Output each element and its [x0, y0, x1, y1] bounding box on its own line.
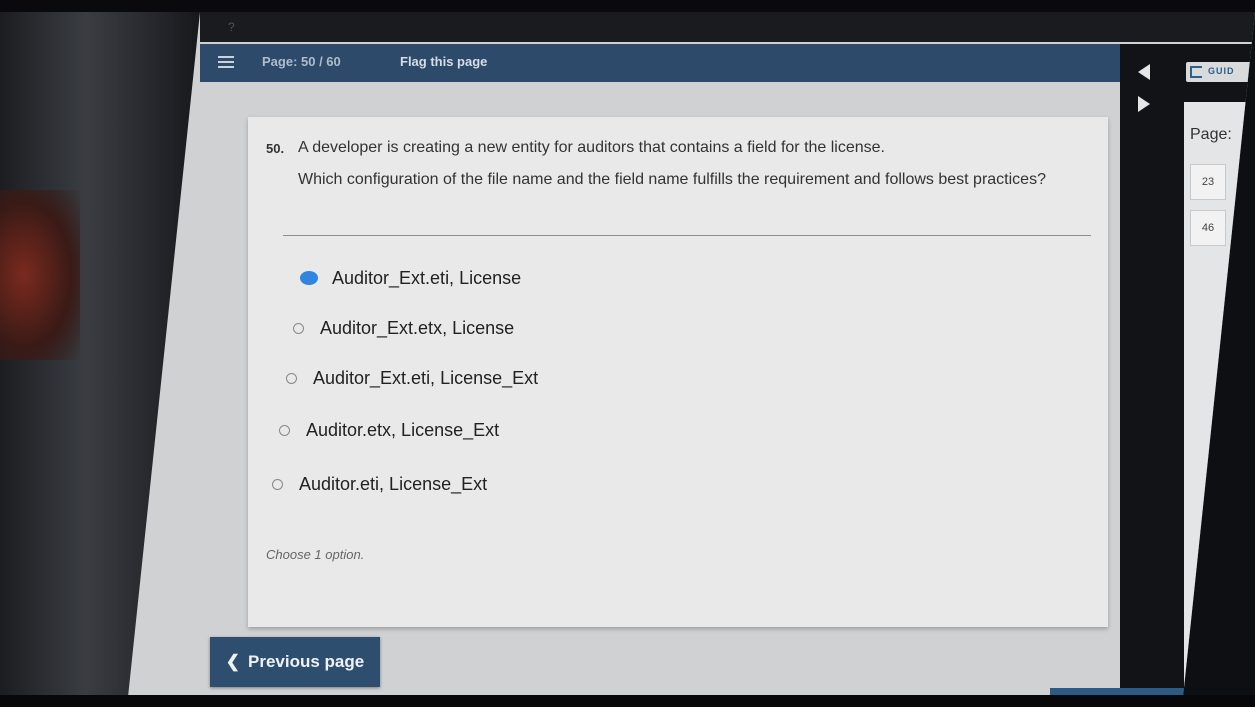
monitor-bottom-bezel — [0, 695, 1255, 707]
answer-option[interactable]: Auditor.etx, License_Ext — [279, 415, 499, 445]
question-prompt: Which configuration of the file name and… — [298, 171, 1046, 188]
photo-background-object — [0, 190, 80, 360]
radio-icon[interactable] — [293, 322, 304, 334]
exam-header: Page: 50 / 60 Flag this page — [200, 44, 1120, 82]
question-number: 50. — [266, 141, 285, 156]
radio-icon[interactable] — [279, 424, 290, 436]
chevron-left-icon: ❮ — [225, 652, 241, 671]
divider — [283, 235, 1091, 236]
strip-glyph: ? — [228, 20, 235, 34]
answer-option[interactable]: Auditor_Ext.eti, License_Ext — [286, 363, 538, 393]
page-button[interactable]: 46 — [1190, 210, 1226, 246]
brand-logo: GUID — [1186, 62, 1255, 82]
expand-right-icon[interactable] — [1138, 96, 1150, 112]
answer-option[interactable]: Auditor_Ext.eti, License — [300, 263, 521, 293]
answer-hint: Choose 1 option. — [266, 547, 365, 562]
question-text: A developer is creating a new entity for… — [298, 137, 1078, 191]
option-label: Auditor_Ext.eti, License_Ext — [313, 367, 539, 388]
radio-icon[interactable] — [286, 372, 297, 384]
question-stem: A developer is creating a new entity for… — [298, 139, 885, 156]
option-label: Auditor.etx, License_Ext — [306, 419, 500, 440]
flag-page-link[interactable]: Flag this page — [400, 54, 487, 69]
right-panel: GUID Page: 23 46 — [1120, 44, 1255, 702]
previous-page-label: Previous page — [248, 652, 365, 671]
brand-mark-icon — [1190, 66, 1202, 78]
answer-option[interactable]: Auditor_Ext.etx, License — [293, 313, 514, 343]
previous-page-button[interactable]: ❮ Previous page — [210, 637, 380, 687]
menu-icon[interactable] — [218, 56, 234, 68]
page-navigator: Page: 23 46 — [1184, 102, 1255, 702]
page-navigator-title: Page: — [1190, 126, 1232, 143]
monitor-top-bezel — [0, 0, 1255, 12]
browser-strip: ? — [200, 12, 1255, 42]
brand-text: GUID — [1208, 66, 1235, 76]
option-label: Auditor_Ext.etx, License — [320, 317, 515, 338]
option-label: Auditor_Ext.eti, License — [332, 267, 522, 288]
radio-selected-icon[interactable] — [300, 271, 318, 285]
radio-icon[interactable] — [272, 478, 283, 490]
answer-option[interactable]: Auditor.eti, License_Ext — [272, 469, 487, 499]
exam-screen: ? Page: 50 / 60 Flag this page GUID Page… — [127, 12, 1255, 702]
question-card: 50. A developer is creating a new entity… — [248, 117, 1108, 627]
page-button[interactable]: 23 — [1190, 164, 1226, 200]
option-label: Auditor.eti, License_Ext — [299, 473, 488, 494]
collapse-left-icon[interactable] — [1138, 64, 1150, 80]
page-indicator: Page: 50 / 60 — [262, 54, 341, 69]
